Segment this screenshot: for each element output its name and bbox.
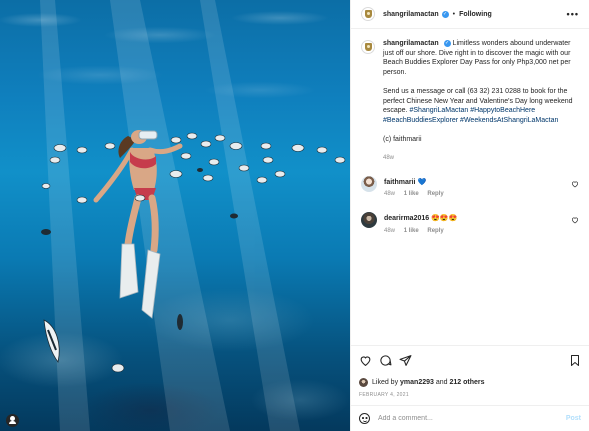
comment-item: faithmarii 💙 48w 1 like Reply	[361, 175, 579, 200]
comment-likes[interactable]: 1 like	[404, 228, 419, 234]
comment-like-heart-icon[interactable]	[571, 180, 579, 188]
reply-button[interactable]: Reply	[427, 191, 443, 197]
caption-meta: 48w	[383, 154, 579, 164]
verified-badge-icon: ✓	[441, 10, 449, 18]
share-paper-plane-icon[interactable]	[399, 354, 412, 367]
comment-username[interactable]: dearirma2016	[384, 215, 429, 222]
commenter-avatar[interactable]	[361, 175, 377, 192]
comment-like-heart-icon[interactable]	[571, 216, 579, 224]
comments-list: shangrilamactan ✓ Limitless wonders abou…	[351, 29, 589, 345]
caption-username[interactable]: shangrilamactan	[383, 40, 439, 47]
shangri-la-logo-icon	[364, 10, 372, 18]
reply-button[interactable]: Reply	[427, 228, 443, 234]
account-avatar[interactable]	[361, 7, 375, 21]
like-heart-icon[interactable]	[359, 354, 372, 367]
shangri-la-logo-icon	[364, 43, 372, 51]
verified-badge-icon: ✓	[443, 39, 451, 47]
caption-credit: (c) faithmarii	[383, 135, 422, 143]
comment-item: dearirma2016 😍😍😍 48w 1 like Reply	[361, 211, 579, 236]
caption-hashtags[interactable]: #ShangriLaMactan #HappytoBeachHere #Beac…	[383, 107, 558, 124]
liker-username[interactable]: yman2293	[400, 379, 434, 386]
post-date[interactable]: FEBRUARY 4, 2021	[351, 389, 589, 401]
comment-meta: 48w 1 like Reply	[384, 227, 457, 237]
caption-avatar[interactable]	[361, 40, 375, 54]
instagram-post-modal: shangrilamactan ✓ • Following ••• shangr…	[0, 0, 589, 431]
header-separator: •	[452, 10, 456, 18]
comment-input[interactable]	[378, 415, 566, 422]
likes-others[interactable]: 212 others	[449, 379, 484, 386]
likes-prefix: Liked by	[372, 378, 399, 386]
header-username[interactable]: shangrilamactan	[383, 11, 439, 18]
post-header: shangrilamactan ✓ • Following •••	[351, 0, 589, 29]
add-comment-bar: Post	[351, 405, 589, 431]
tagged-users-icon[interactable]	[6, 414, 19, 427]
caption: shangrilamactan ✓ Limitless wonders abou…	[361, 39, 579, 164]
post-comment-button[interactable]: Post	[566, 415, 581, 422]
comment-time[interactable]: 48w	[384, 228, 395, 234]
comment-body: faithmarii 💙 48w 1 like Reply	[384, 176, 451, 200]
comment-time[interactable]: 48w	[384, 191, 395, 197]
likes-summary: Liked by yman2293 and 212 others	[351, 375, 589, 389]
comment-body: dearirma2016 😍😍😍 48w 1 like Reply	[384, 212, 457, 236]
likes-joiner: and	[435, 378, 448, 386]
caption-body: shangrilamactan ✓ Limitless wonders abou…	[383, 39, 579, 164]
caption-time[interactable]: 48w	[383, 155, 394, 161]
comment-username[interactable]: faithmarii	[384, 179, 416, 186]
save-bookmark-icon[interactable]	[569, 354, 581, 367]
post-photo[interactable]	[0, 0, 350, 431]
post-actions	[351, 345, 589, 375]
comment-bubble-icon[interactable]	[379, 354, 392, 367]
underwater-scene	[40, 0, 346, 431]
comment-text: 💙	[417, 178, 427, 186]
comment-text: 😍😍😍	[431, 214, 458, 222]
emoji-picker-icon[interactable]	[359, 413, 370, 424]
commenter-avatar[interactable]	[361, 211, 377, 228]
post-details-panel: shangrilamactan ✓ • Following ••• shangr…	[350, 0, 589, 431]
comment-likes[interactable]: 1 like	[404, 191, 419, 197]
more-options-icon[interactable]: •••	[567, 9, 579, 19]
liker-avatar[interactable]	[359, 377, 368, 387]
comment-meta: 48w 1 like Reply	[384, 190, 451, 200]
following-button[interactable]: Following	[459, 11, 492, 18]
